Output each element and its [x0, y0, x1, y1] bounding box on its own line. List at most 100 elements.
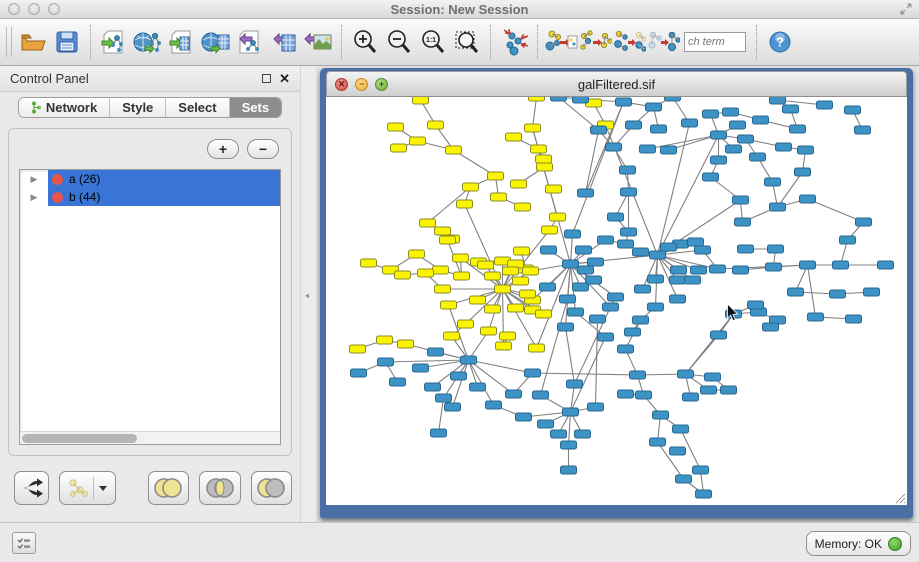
network-window-titlebar[interactable]: ✕ − + galFiltered.sif: [326, 71, 907, 97]
graph-node[interactable]: [508, 304, 524, 312]
graph-node[interactable]: [506, 390, 522, 398]
graph-node[interactable]: [723, 108, 739, 116]
set-union-button[interactable]: [148, 471, 189, 505]
graph-node[interactable]: [621, 228, 637, 236]
fullscreen-icon[interactable]: [899, 2, 913, 19]
graph-node[interactable]: [538, 420, 554, 428]
graph-node[interactable]: [537, 163, 553, 171]
graph-node[interactable]: [671, 266, 687, 274]
graph-edge[interactable]: [808, 199, 864, 222]
graph-node[interactable]: [800, 261, 816, 269]
graph-edge[interactable]: [439, 398, 444, 433]
zoom-fit-button[interactable]: [450, 24, 484, 60]
create-set-from-selection-button[interactable]: [544, 24, 578, 60]
graph-node[interactable]: [788, 288, 804, 296]
graph-node[interactable]: [766, 263, 782, 271]
graph-node[interactable]: [817, 101, 833, 109]
splitter-collapse-icon[interactable]: ◂: [305, 290, 312, 301]
graph-node[interactable]: [626, 121, 642, 129]
task-history-button[interactable]: [12, 532, 36, 554]
graph-node[interactable]: [650, 438, 666, 446]
graph-node[interactable]: [621, 188, 637, 196]
graph-node[interactable]: [670, 447, 686, 455]
merge-sets-button[interactable]: [646, 24, 680, 60]
graph-node[interactable]: [625, 328, 641, 336]
graph-node[interactable]: [618, 390, 634, 398]
set-difference-button[interactable]: [251, 471, 292, 505]
graph-node[interactable]: [561, 441, 577, 449]
graph-node[interactable]: [591, 126, 607, 134]
graph-node[interactable]: [488, 172, 504, 180]
graph-node[interactable]: [682, 119, 698, 127]
import-table-web-button[interactable]: [199, 24, 233, 60]
graph-edge[interactable]: [648, 135, 719, 149]
float-panel-icon[interactable]: [262, 74, 271, 83]
graph-node[interactable]: [705, 373, 721, 381]
graph-node[interactable]: [711, 331, 727, 339]
graph-node[interactable]: [495, 285, 511, 293]
graph-node[interactable]: [446, 146, 462, 154]
graph-node[interactable]: [603, 303, 619, 311]
graph-node[interactable]: [703, 110, 719, 118]
graph-node[interactable]: [808, 313, 824, 321]
graph-node[interactable]: [665, 97, 681, 101]
graph-node[interactable]: [536, 310, 552, 318]
graph-node[interactable]: [588, 403, 604, 411]
graph-node[interactable]: [440, 236, 456, 244]
graph-node[interactable]: [563, 408, 579, 416]
graph-edge[interactable]: [533, 373, 638, 375]
graph-node[interactable]: [765, 178, 781, 186]
network-canvas[interactable]: [326, 97, 907, 505]
graph-node[interactable]: [461, 356, 477, 364]
set-intersection-button[interactable]: [199, 471, 240, 505]
zoom-actual-size-button[interactable]: 1:1: [416, 24, 450, 60]
network-graph[interactable]: [326, 97, 907, 505]
horizontal-scrollbar[interactable]: [20, 431, 280, 444]
graph-node[interactable]: [653, 411, 669, 419]
graph-node[interactable]: [846, 315, 862, 323]
graph-node[interactable]: [409, 250, 425, 258]
graph-node[interactable]: [735, 218, 751, 226]
graph-node[interactable]: [648, 303, 664, 311]
graph-node[interactable]: [541, 246, 557, 254]
apply-layout-button[interactable]: [497, 24, 531, 60]
expand-caret-icon[interactable]: ▶: [20, 192, 48, 203]
graph-node[interactable]: [458, 320, 474, 328]
graph-node[interactable]: [573, 283, 589, 291]
graph-node[interactable]: [770, 97, 786, 104]
graph-node[interactable]: [496, 342, 512, 350]
graph-node[interactable]: [503, 267, 519, 275]
graph-node[interactable]: [590, 315, 606, 323]
graph-node[interactable]: [486, 401, 502, 409]
graph-node[interactable]: [531, 145, 547, 153]
graph-node[interactable]: [833, 261, 849, 269]
toolbar-drag-handle[interactable]: [6, 27, 12, 57]
graph-edge[interactable]: [453, 360, 469, 407]
graph-node[interactable]: [696, 490, 712, 498]
graph-node[interactable]: [398, 340, 414, 348]
graph-node[interactable]: [520, 290, 536, 298]
graph-node[interactable]: [525, 369, 541, 377]
graph-node[interactable]: [542, 226, 558, 234]
graph-edge[interactable]: [533, 97, 537, 128]
graph-node[interactable]: [350, 345, 366, 353]
graph-node[interactable]: [478, 261, 494, 269]
tab-network[interactable]: Network: [19, 98, 110, 117]
graph-edge[interactable]: [569, 412, 571, 445]
graph-node[interactable]: [451, 372, 467, 380]
graph-edge[interactable]: [469, 360, 533, 373]
graph-node[interactable]: [463, 183, 479, 191]
help-button[interactable]: ?: [763, 24, 797, 60]
graph-node[interactable]: [670, 276, 686, 284]
graph-node[interactable]: [710, 265, 726, 273]
graph-node[interactable]: [516, 413, 532, 421]
graph-node[interactable]: [864, 288, 880, 296]
graph-node[interactable]: [514, 247, 530, 255]
graph-node[interactable]: [470, 383, 486, 391]
graph-node[interactable]: [361, 259, 377, 267]
graph-edge[interactable]: [808, 265, 816, 317]
graph-node[interactable]: [546, 185, 562, 193]
graph-node[interactable]: [410, 137, 426, 145]
graph-node[interactable]: [567, 380, 583, 388]
graph-edge[interactable]: [566, 327, 575, 384]
